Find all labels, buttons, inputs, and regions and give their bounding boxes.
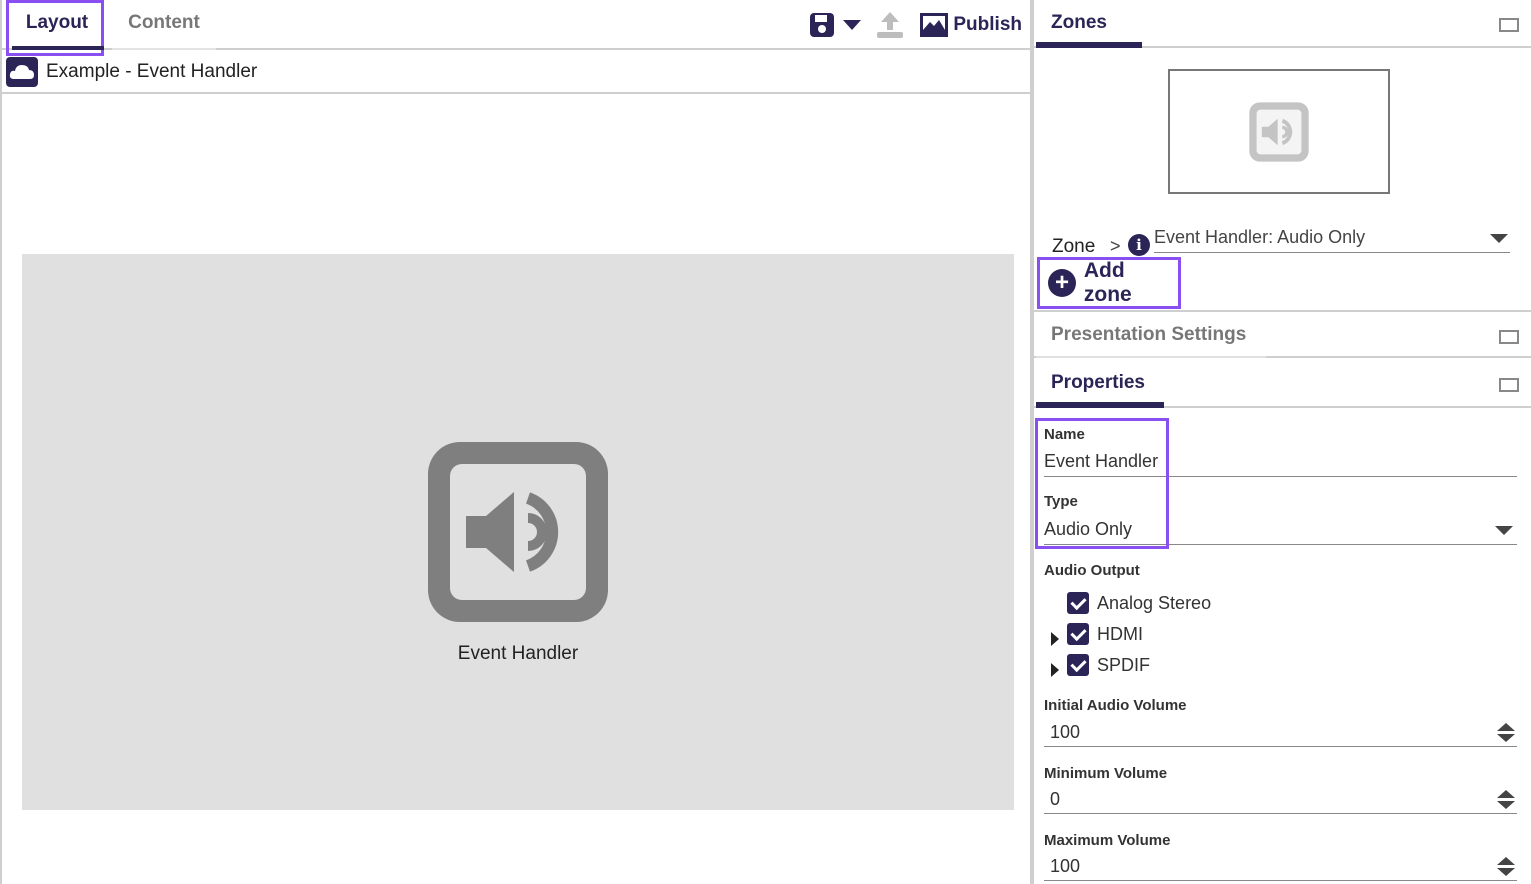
min-volume-value: 0 — [1050, 789, 1061, 809]
document-titlebar: Example - Event Handler — [2, 52, 1032, 94]
audio-output-label: Audio Output — [1044, 562, 1140, 579]
publish-icon — [920, 13, 949, 37]
min-volume-input[interactable]: 0 — [1044, 786, 1517, 814]
right-panel: Zones Zone > i Event Handler: Audio Only… — [1034, 0, 1531, 884]
spinner-icon[interactable] — [1497, 723, 1515, 743]
name-label: Name — [1044, 426, 1085, 443]
name-input[interactable]: Event Handler — [1044, 448, 1517, 477]
output-analog-stereo-label: Analog Stereo — [1097, 592, 1212, 613]
presentation-settings-title: Presentation Settings — [1051, 324, 1247, 345]
expand-spdif-icon[interactable] — [1051, 663, 1059, 677]
upload-button[interactable] — [875, 10, 905, 40]
save-options-dropdown[interactable] — [843, 19, 862, 31]
presentation-settings-underline — [1036, 356, 1266, 358]
max-volume-input[interactable]: 100 — [1044, 853, 1517, 881]
zone-label: Zone — [1052, 236, 1096, 257]
spinner-icon[interactable] — [1497, 790, 1515, 810]
document-title: Example - Event Handler — [46, 61, 258, 82]
chevron-down-icon — [1495, 526, 1513, 535]
tab-content-underline — [112, 48, 216, 50]
save-icon — [810, 13, 835, 37]
audio-zone-icon — [428, 442, 608, 622]
zone-preview — [1168, 69, 1390, 194]
output-spdif[interactable]: SPDIF — [1067, 653, 1150, 677]
maximize-icon[interactable] — [1499, 330, 1519, 344]
initial-volume-label: Initial Audio Volume — [1044, 697, 1187, 714]
upload-icon — [877, 12, 904, 38]
info-icon[interactable]: i — [1128, 234, 1150, 256]
maximize-icon[interactable] — [1499, 378, 1519, 392]
chevron-right-icon: > — [1110, 236, 1121, 256]
name-value: Event Handler — [1044, 451, 1159, 471]
zone-select[interactable]: Event Handler: Audio Only — [1154, 226, 1510, 253]
properties-header[interactable]: Properties — [1034, 360, 1531, 408]
output-spdif-label: SPDIF — [1097, 654, 1151, 675]
zone-widget-label: Event Handler — [457, 643, 579, 664]
checkbox-icon[interactable] — [1067, 592, 1089, 614]
audio-zone-icon — [1249, 102, 1309, 162]
tab-bar: Layout Content Publish — [2, 0, 1032, 56]
expand-hdmi-icon[interactable] — [1051, 632, 1059, 646]
save-button[interactable] — [809, 12, 835, 38]
tab-content-label: Content — [128, 12, 200, 33]
tab-layout-underline — [12, 46, 104, 50]
max-volume-value: 100 — [1050, 856, 1081, 876]
plus-icon: + — [1048, 269, 1076, 297]
spinner-icon[interactable] — [1497, 857, 1515, 877]
publish-label: Publish — [953, 14, 1022, 35]
chevron-down-icon — [1490, 234, 1508, 243]
zones-title: Zones — [1051, 12, 1107, 33]
zone-widget-event-handler[interactable]: Event Handler — [424, 438, 612, 665]
min-volume-label: Minimum Volume — [1044, 765, 1168, 782]
toolbar: Publish — [809, 8, 1022, 42]
type-select[interactable]: Audio Only — [1044, 516, 1517, 545]
properties-title: Properties — [1051, 372, 1145, 393]
initial-volume-input[interactable]: 100 — [1044, 719, 1517, 747]
tab-layout[interactable]: Layout — [6, 0, 106, 56]
type-value: Audio Only — [1044, 519, 1133, 539]
zones-header[interactable]: Zones — [1034, 0, 1531, 48]
checkbox-icon[interactable] — [1067, 654, 1089, 676]
output-hdmi[interactable]: HDMI — [1067, 622, 1143, 646]
zone-selector-row: Zone > i Event Handler: Audio Only — [1052, 226, 1512, 257]
dropdown-caret-icon — [843, 20, 862, 30]
layout-canvas[interactable]: Event Handler — [22, 254, 1014, 810]
tab-content[interactable]: Content — [112, 0, 216, 50]
maximize-icon[interactable] — [1499, 18, 1519, 32]
layout-editor: Layout Content Publish Example - Event H… — [0, 0, 1032, 884]
output-hdmi-label: HDMI — [1097, 623, 1143, 644]
initial-volume-value: 100 — [1050, 722, 1081, 742]
properties-underline — [1036, 402, 1164, 408]
max-volume-label: Maximum Volume — [1044, 832, 1171, 849]
cloud-icon — [6, 57, 38, 87]
publish-button[interactable]: Publish — [919, 12, 1022, 38]
add-zone-button[interactable]: + Add zone — [1037, 257, 1181, 309]
output-analog-stereo[interactable]: Analog Stereo — [1067, 591, 1211, 615]
zone-select-value: Event Handler: Audio Only — [1154, 227, 1366, 247]
add-zone-label: Add zone — [1083, 259, 1132, 306]
presentation-settings-header[interactable]: Presentation Settings — [1034, 310, 1531, 358]
zones-underline — [1036, 42, 1142, 48]
type-label: Type — [1044, 493, 1078, 510]
checkbox-icon[interactable] — [1067, 623, 1089, 645]
